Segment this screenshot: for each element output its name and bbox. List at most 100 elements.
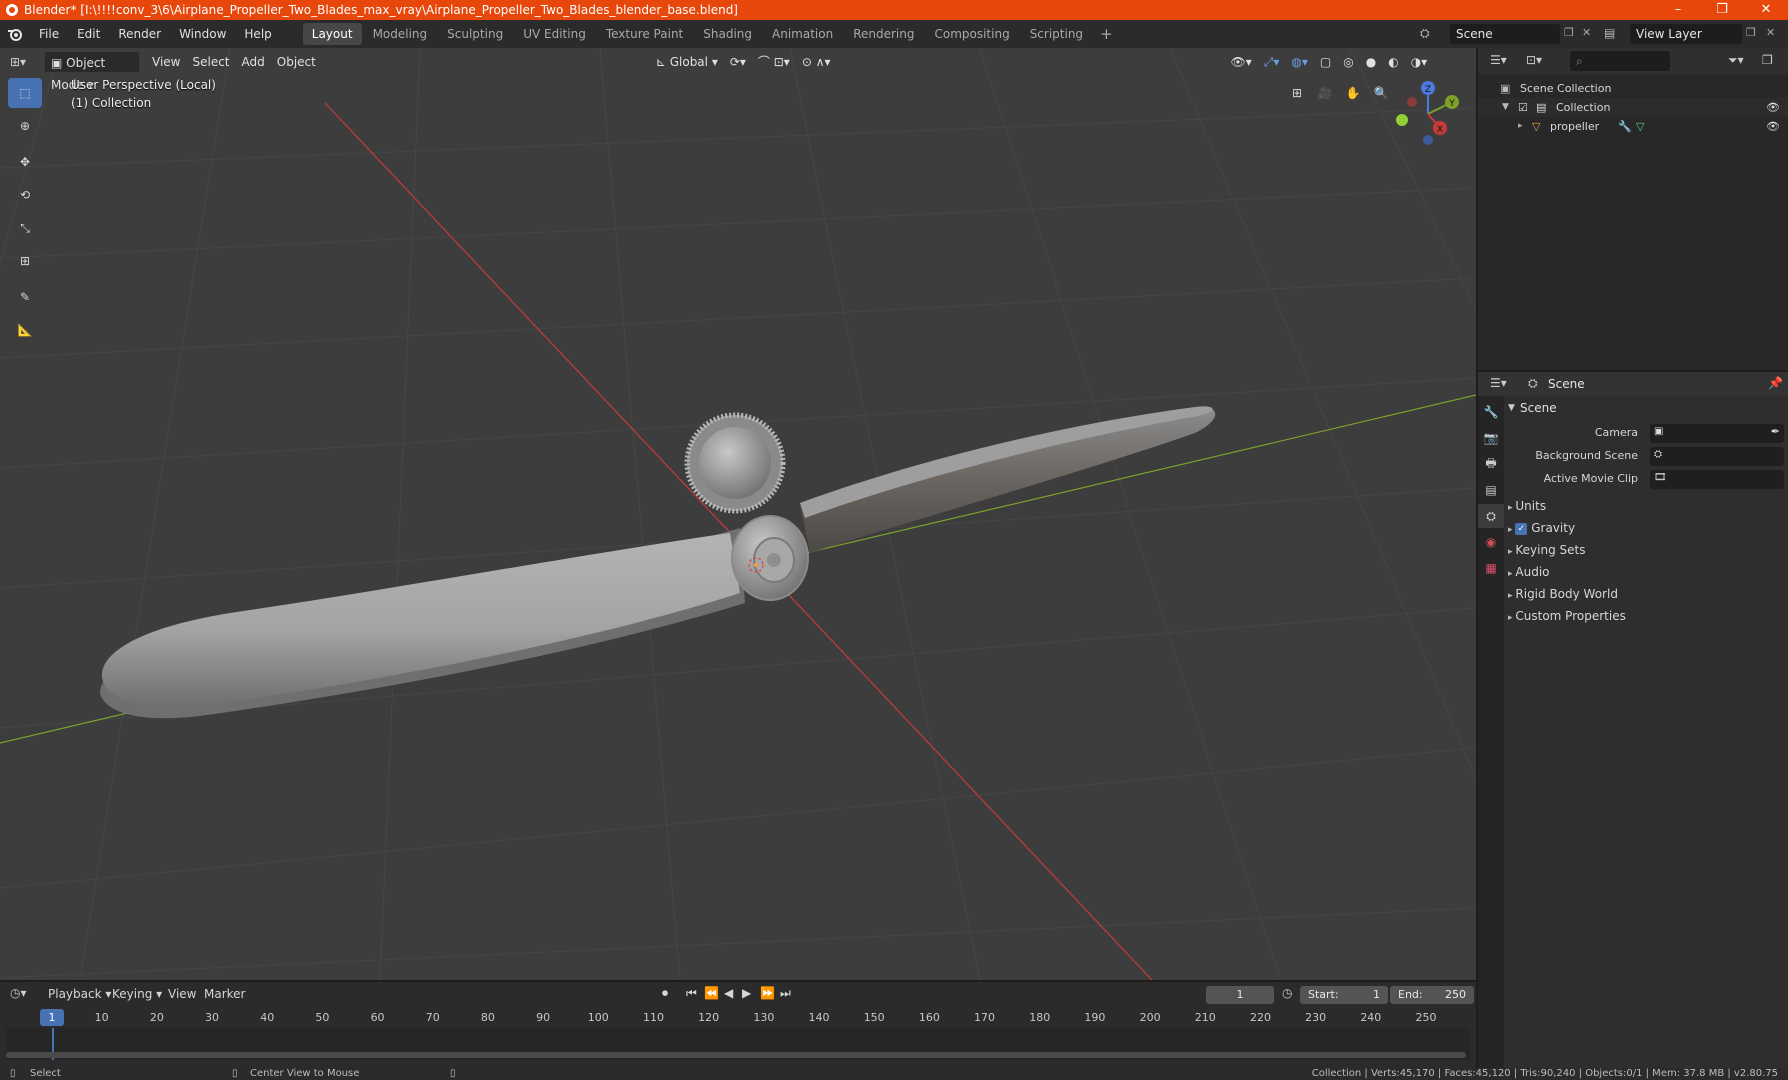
active-movie-clip-field[interactable]: 🎞 [1650, 470, 1784, 489]
collection-checkbox[interactable]: ☑ [1518, 98, 1528, 117]
outliner-row-scene-collection[interactable]: ▣ Scene Collection [1478, 79, 1788, 98]
gizmo-toggle-icon[interactable]: ⤢▾ [1258, 51, 1286, 73]
move-tool[interactable]: ✥ [8, 147, 42, 177]
tab-scripting[interactable]: Scripting [1021, 23, 1092, 45]
annotate-tool[interactable]: ✎ [8, 282, 42, 312]
xray-icon[interactable]: ▢ [1314, 51, 1337, 73]
propeller-visibility-icon[interactable]: 👁 [1766, 117, 1780, 136]
tab-rendering[interactable]: Rendering [844, 23, 923, 45]
rotate-tool[interactable]: ⟲ [8, 180, 42, 210]
scene-field[interactable]: Scene [1450, 24, 1560, 44]
scale-tool[interactable]: ⤡ [8, 213, 42, 243]
filter-icon[interactable]: ⏷▾ [1728, 53, 1744, 68]
tab-animation[interactable]: Animation [763, 23, 842, 45]
tab-view-layer[interactable]: ▤ [1478, 478, 1504, 502]
mesh-data-icon[interactable]: ▽ [1636, 117, 1644, 136]
preview-range-icon[interactable]: ◷ [1282, 986, 1292, 1000]
display-mode-icon[interactable]: ⊡▾ [1526, 53, 1542, 67]
properties-editor-type-icon[interactable]: ☰▾ [1490, 376, 1507, 390]
menu-keying[interactable]: Keying ▾ [112, 987, 162, 1001]
view-layer-icon[interactable]: ▤ [1604, 26, 1615, 40]
menu-help[interactable]: Help [235, 20, 280, 48]
restore-button[interactable]: ❐ [1700, 0, 1744, 20]
menu-window[interactable]: Window [170, 20, 235, 48]
audio-panel[interactable]: ▸ Audio [1508, 565, 1550, 579]
pivot-point-icon[interactable]: ⟳▾ [724, 51, 752, 73]
view-layer-field[interactable]: View Layer [1630, 24, 1742, 44]
snap-icon[interactable]: ⌒ ⊡▾ [752, 51, 796, 73]
menu-marker[interactable]: Marker [204, 987, 245, 1001]
tab-output[interactable]: 🖶 [1478, 452, 1504, 476]
menu-playback[interactable]: Playback ▾ [48, 987, 111, 1001]
next-keyframe-button[interactable]: ⏩ [760, 986, 775, 1000]
close-button[interactable]: ✕ [1744, 0, 1788, 20]
collection-visibility-icon[interactable]: 👁 [1766, 98, 1780, 117]
tab-layout[interactable]: Layout [302, 23, 362, 45]
prev-keyframe-button[interactable]: ⏪ [704, 986, 719, 1000]
wireframe-shading-icon[interactable]: ◎ [1337, 51, 1359, 73]
measure-tool[interactable]: 📐 [8, 315, 42, 345]
jump-start-button[interactable]: ⏮ [686, 986, 697, 1001]
visibility-icon[interactable]: 👁▾ [1225, 51, 1258, 73]
tab-texture[interactable]: ▦ [1478, 556, 1504, 580]
units-panel[interactable]: ▸ Units [1508, 499, 1546, 513]
overlays-icon[interactable]: ◍▾ [1285, 51, 1314, 73]
menu-select[interactable]: Select [186, 51, 235, 73]
record-button[interactable]: ⏺ [662, 986, 668, 1001]
material-shading-icon[interactable]: ◐ [1382, 51, 1404, 73]
pin-icon[interactable]: 📌 [1768, 376, 1783, 390]
custom-properties-panel[interactable]: ▸ Custom Properties [1508, 609, 1626, 623]
3d-viewport[interactable]: ⊞▾ ▣ Object Mode ▾ View Select Add Objec… [0, 48, 1476, 980]
background-scene-field[interactable]: ⛭ [1650, 447, 1784, 466]
remove-scene-icon[interactable]: ✕ [1582, 26, 1591, 39]
menu-edit[interactable]: Edit [68, 20, 109, 48]
menu-render[interactable]: Render [109, 20, 170, 48]
gizmo-neg-x-icon[interactable] [1407, 97, 1417, 107]
timeline-editor-type-icon[interactable]: ◷▾ [10, 986, 27, 1000]
menu-timeline-view[interactable]: View [168, 987, 196, 1001]
mode-select[interactable]: ▣ Object Mode ▾ [44, 51, 140, 92]
minimize-button[interactable]: – [1656, 0, 1700, 20]
solid-shading-icon[interactable]: ● [1360, 51, 1382, 73]
outliner-row-propeller[interactable]: ▸ ▽ propeller 🔧 ▽ 👁 [1478, 117, 1788, 136]
play-button[interactable]: ▶ [742, 986, 751, 1000]
keying-sets-panel[interactable]: ▸ Keying Sets [1508, 543, 1585, 557]
tab-scene[interactable]: ⛭ [1478, 504, 1504, 528]
expand-propeller-icon[interactable]: ▸ [1518, 117, 1523, 136]
editor-type-icon[interactable]: ⊞▾ [0, 55, 30, 69]
camera-view-icon[interactable]: 🎥 [1312, 80, 1338, 106]
tab-texture-paint[interactable]: Texture Paint [597, 23, 692, 45]
new-collection-icon[interactable]: ❐ [1762, 53, 1773, 67]
rendered-shading-icon[interactable]: ◑▾ [1405, 51, 1434, 73]
tab-modeling[interactable]: Modeling [364, 23, 437, 45]
jump-end-button[interactable]: ⏭ [780, 986, 791, 1001]
start-frame-field[interactable]: Start: 1 [1300, 986, 1388, 1004]
gizmo-neg-z-icon[interactable] [1423, 135, 1433, 145]
timeline-scrollbar[interactable] [6, 1052, 1466, 1058]
menu-view[interactable]: View [146, 51, 186, 73]
camera-field[interactable]: ▣ ✒ [1650, 424, 1784, 443]
menu-object[interactable]: Object [271, 51, 322, 73]
menu-add[interactable]: Add [236, 51, 271, 73]
modifier-icon[interactable]: 🔧 [1618, 117, 1632, 136]
remove-view-layer-icon[interactable]: ✕ [1766, 26, 1775, 39]
tab-shading[interactable]: Shading [694, 23, 761, 45]
tab-sculpting[interactable]: Sculpting [438, 23, 512, 45]
transform-orientation-select[interactable]: ⊾ Global ▾ [650, 51, 724, 73]
toggle-camera-view-icon[interactable]: ⊞ [1284, 80, 1310, 106]
tab-render[interactable]: 📷 [1478, 426, 1504, 450]
navigation-gizmo[interactable]: Z Y X [1388, 74, 1468, 154]
eyedropper-icon[interactable]: ✒ [1771, 425, 1780, 438]
blender-menu-icon[interactable] [0, 27, 30, 41]
rigid-body-world-panel[interactable]: ▸ Rigid Body World [1508, 587, 1618, 601]
scene-selector-icon[interactable]: ⛭ [1420, 26, 1430, 41]
tab-uv-editing[interactable]: UV Editing [514, 23, 595, 45]
new-view-layer-icon[interactable]: ❐ [1746, 26, 1756, 39]
timeline-tracks[interactable] [6, 1028, 1470, 1060]
transform-tool[interactable]: ⊞ [8, 246, 42, 276]
frame-ruler[interactable]: 1 10 20 30 40 50 60 70 80 90 100 110 120 130 140 150 160… [6, 1008, 1470, 1028]
scene-panel-collapse-icon[interactable]: ▼ [1508, 403, 1515, 413]
select-box-tool[interactable]: ⬚ [8, 78, 42, 108]
new-scene-icon[interactable]: ❐ [1564, 26, 1574, 39]
tab-compositing[interactable]: Compositing [925, 23, 1018, 45]
